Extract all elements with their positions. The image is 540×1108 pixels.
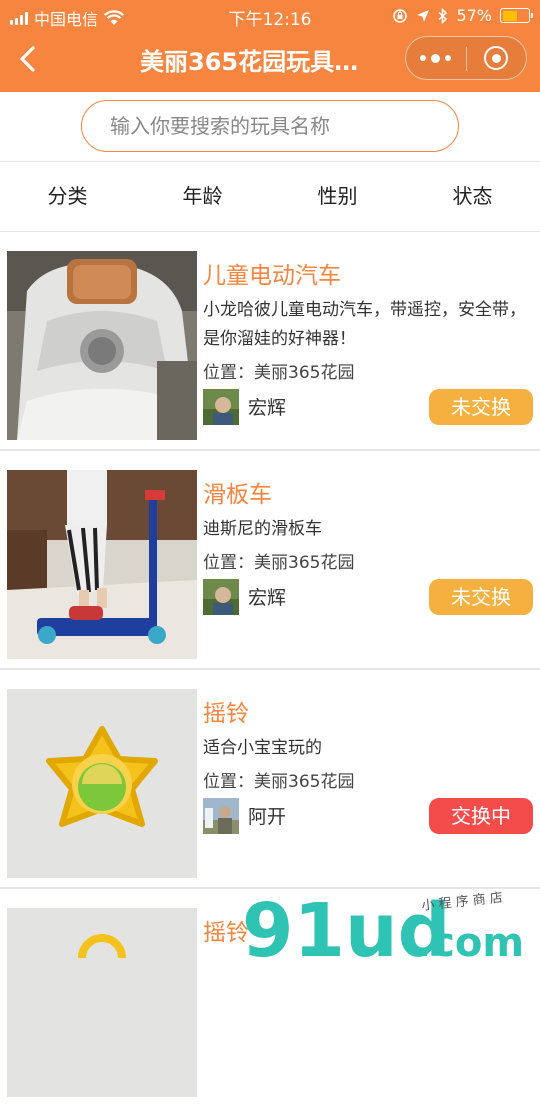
toy-name: 儿童电动汽车 xyxy=(203,263,341,289)
status-bar: 中国电信 下午12:16 57% xyxy=(0,0,540,30)
filter-status[interactable]: 状态 xyxy=(405,162,540,231)
battery-percent: 57% xyxy=(456,6,492,25)
bluetooth-icon xyxy=(438,7,448,24)
avatar xyxy=(203,389,239,425)
list-item[interactable]: 摇铃 xyxy=(0,889,540,1108)
owner-name: 宏辉 xyxy=(248,587,287,609)
capsule-menu xyxy=(405,36,527,80)
list-item[interactable]: 儿童电动汽车 小龙哈彼儿童电动汽车，带遥控，安全带，是你溜娃的好神器！ 位置：美… xyxy=(0,232,540,451)
filter-age[interactable]: 年龄 xyxy=(135,162,270,231)
more-button[interactable] xyxy=(406,37,466,79)
location-prefix: 位置： xyxy=(203,553,254,573)
back-button[interactable] xyxy=(14,44,44,74)
location-arrow-icon xyxy=(417,9,430,22)
location-value: 美丽365花园 xyxy=(254,363,355,383)
filter-gender[interactable]: 性别 xyxy=(270,162,405,231)
chevron-left-icon xyxy=(20,46,35,72)
search-bar xyxy=(0,92,540,162)
toy-photo-scooter xyxy=(7,470,197,659)
location-prefix: 位置： xyxy=(203,363,254,383)
toy-description: 小龙哈彼儿童电动汽车，带遥控，安全带，是你溜娃的好神器！ xyxy=(203,300,526,349)
target-icon xyxy=(484,46,509,70)
search-input[interactable] xyxy=(81,100,459,152)
status-badge[interactable]: 未交换 xyxy=(429,389,533,425)
toy-name: 摇铃 xyxy=(203,920,249,946)
toy-photo-electric-car xyxy=(7,251,197,440)
list-item[interactable]: 滑板车 迪斯尼的滑板车 位置：美丽365花园 宏辉 未交换 xyxy=(0,451,540,670)
toy-location: 位置：美丽365花园 xyxy=(203,767,354,792)
avatar xyxy=(203,579,239,615)
toy-photo-rattle-2 xyxy=(7,908,197,1097)
close-miniprogram-button[interactable] xyxy=(467,37,527,79)
status-right: 57% xyxy=(392,6,533,25)
avatar xyxy=(203,798,239,834)
toy-description: 适合小宝宝玩的 xyxy=(203,738,322,758)
status-badge[interactable]: 交换中 xyxy=(429,798,533,834)
filter-bar: 分类 年龄 性别 状态 xyxy=(0,162,540,232)
toy-name: 摇铃 xyxy=(203,701,249,727)
toy-name: 滑板车 xyxy=(203,482,272,508)
owner-name: 阿开 xyxy=(248,806,287,828)
page-title: 美丽365花园玩具… xyxy=(140,48,359,76)
battery-icon xyxy=(500,8,533,23)
toy-photo-rattle xyxy=(7,689,197,878)
toy-list: 儿童电动汽车 小龙哈彼儿童电动汽车，带遥控，安全带，是你溜娃的好神器！ 位置：美… xyxy=(0,232,540,1108)
toy-description: 迪斯尼的滑板车 xyxy=(203,519,322,539)
list-item[interactable]: 摇铃 适合小宝宝玩的 位置：美丽365花园 阿开 交换中 xyxy=(0,670,540,889)
location-value: 美丽365花园 xyxy=(254,553,355,573)
owner-name: 宏辉 xyxy=(248,397,287,419)
filter-category[interactable]: 分类 xyxy=(0,162,135,231)
location-prefix: 位置： xyxy=(203,772,254,792)
nav-bar: 美丽365花园玩具… xyxy=(0,30,540,92)
status-badge[interactable]: 未交换 xyxy=(429,579,533,615)
location-value: 美丽365花园 xyxy=(254,772,355,792)
toy-location: 位置：美丽365花园 xyxy=(203,358,354,383)
toy-location: 位置：美丽365花园 xyxy=(203,548,354,573)
battery-fill xyxy=(502,10,517,21)
more-dots-icon xyxy=(420,53,452,63)
rotation-lock-icon xyxy=(393,8,408,23)
